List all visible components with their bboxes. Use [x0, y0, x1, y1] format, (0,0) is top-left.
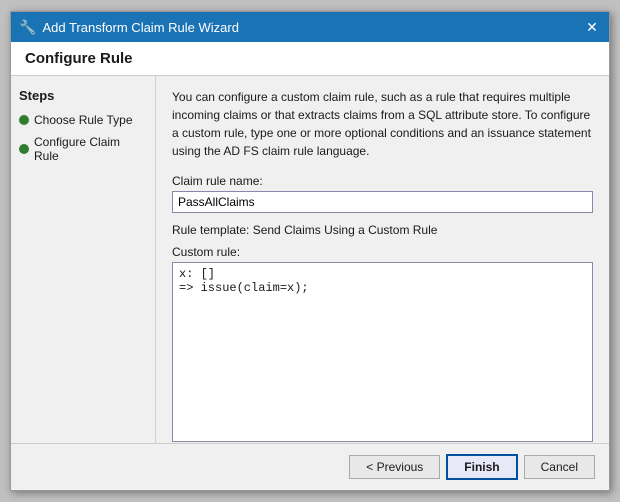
sidebar-section-title: Steps	[19, 88, 147, 103]
custom-rule-textarea[interactable]: x: [] => issue(claim=x);	[172, 262, 593, 442]
sidebar-item-label-2: Configure Claim Rule	[34, 135, 147, 163]
main-panel: You can configure a custom claim rule, s…	[156, 76, 609, 443]
sidebar-item-configure-claim-rule[interactable]: Configure Claim Rule	[19, 135, 147, 163]
content-area: Steps Choose Rule Type Configure Claim R…	[11, 76, 609, 443]
previous-button[interactable]: < Previous	[349, 455, 440, 479]
wizard-icon: 🔧	[19, 19, 36, 36]
custom-rule-label: Custom rule:	[172, 245, 593, 259]
page-title: Configure Rule	[25, 50, 133, 67]
step-dot-1	[19, 115, 29, 125]
cancel-button[interactable]: Cancel	[524, 455, 595, 479]
finish-button[interactable]: Finish	[446, 454, 517, 480]
wizard-window: 🔧 Add Transform Claim Rule Wizard ✕ Conf…	[10, 11, 610, 491]
close-button[interactable]: ✕	[583, 18, 601, 36]
rule-template-text: Rule template: Send Claims Using a Custo…	[172, 223, 593, 237]
window-header: Configure Rule	[11, 42, 609, 76]
claim-rule-name-label: Claim rule name:	[172, 174, 593, 188]
window-title: Add Transform Claim Rule Wizard	[42, 20, 577, 35]
sidebar-item-label-1: Choose Rule Type	[34, 113, 133, 127]
footer: < Previous Finish Cancel	[11, 443, 609, 490]
title-bar: 🔧 Add Transform Claim Rule Wizard ✕	[11, 12, 609, 42]
claim-rule-name-input[interactable]	[172, 191, 593, 213]
description-text: You can configure a custom claim rule, s…	[172, 88, 593, 160]
sidebar: Steps Choose Rule Type Configure Claim R…	[11, 76, 156, 443]
step-dot-2	[19, 144, 29, 154]
sidebar-item-choose-rule-type[interactable]: Choose Rule Type	[19, 113, 147, 127]
